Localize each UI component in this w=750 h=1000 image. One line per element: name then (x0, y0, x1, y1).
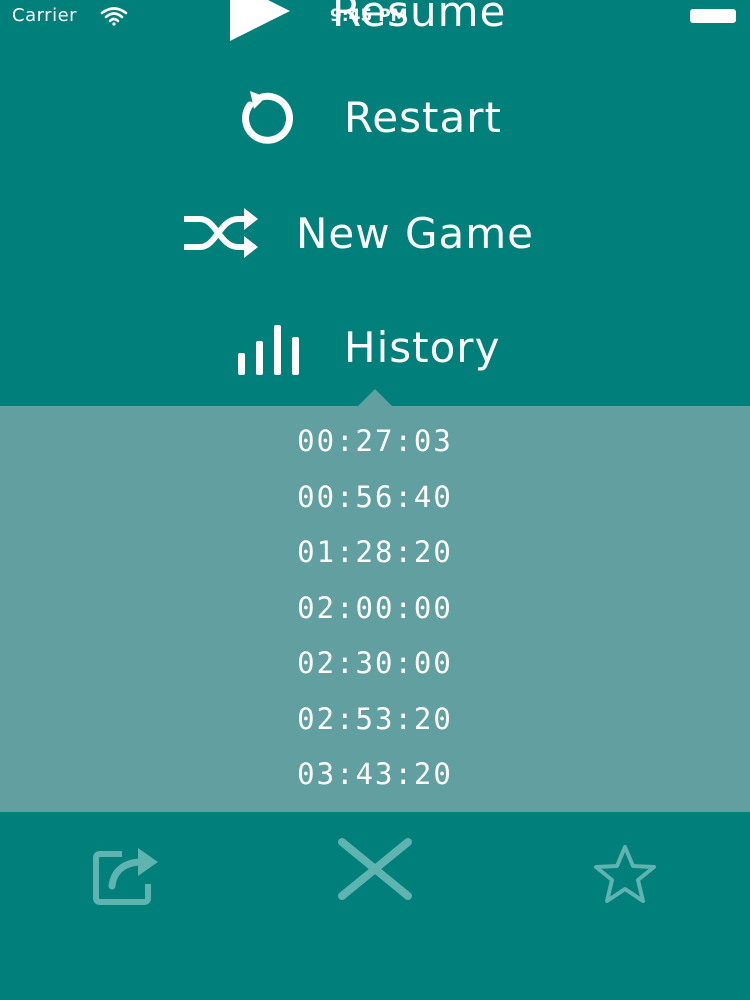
carrier-label: Carrier (12, 5, 78, 26)
history-entry: 00:56:40 (297, 479, 453, 514)
new-game-button[interactable]: New Game (182, 188, 534, 278)
history-label: History (344, 322, 501, 372)
bottom-toolbar (0, 812, 750, 1000)
panel-pointer (357, 389, 393, 407)
history-panel: 00:27:03 00:56:40 01:28:20 02:00:00 02:3… (0, 389, 750, 812)
history-entry: 02:00:00 (297, 590, 453, 625)
restart-button[interactable]: Restart (236, 72, 502, 162)
wifi-icon (100, 7, 128, 26)
history-entry: 03:43:20 (297, 757, 453, 791)
history-entry: 00:27:03 (297, 424, 453, 458)
resume-button[interactable]: Resume (226, 0, 506, 56)
close-icon[interactable] (336, 838, 414, 900)
history-button[interactable]: History (236, 302, 500, 392)
restart-label: Restart (344, 92, 502, 142)
history-entry: 02:30:00 (297, 646, 453, 680)
history-entry: 01:28:20 (297, 535, 453, 569)
history-list[interactable]: 00:27:03 00:56:40 01:28:20 02:00:00 02:3… (0, 414, 750, 803)
resume-label: Resume (332, 0, 507, 36)
shuffle-icon (184, 208, 258, 258)
share-icon[interactable] (92, 844, 160, 906)
battery-icon (690, 9, 736, 23)
history-entry: 02:53:20 (297, 701, 453, 736)
play-icon (230, 0, 290, 41)
star-icon[interactable] (590, 844, 660, 906)
bar-chart-icon (238, 325, 299, 375)
restart-icon (242, 91, 293, 144)
new-game-label: New Game (296, 208, 534, 258)
